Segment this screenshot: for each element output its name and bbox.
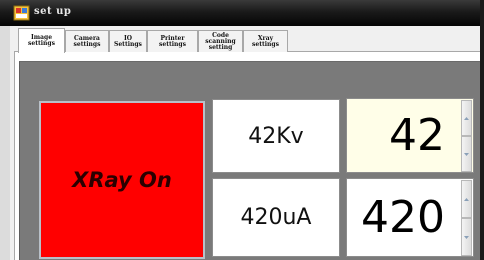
tab-image-settings[interactable]: Image settings (18, 28, 65, 53)
voltage-readout-value: 42Kv (248, 123, 304, 149)
chevron-down-icon (464, 152, 469, 156)
current-setpoint-input[interactable]: 420 (346, 178, 474, 257)
setup-window: set up Image settings Camera settings IO… (0, 0, 484, 260)
tab-code-scanning-setting[interactable]: Code scanning setting (198, 30, 243, 52)
tab-camera-settings[interactable]: Camera settings (65, 30, 109, 52)
chevron-up-icon (464, 197, 469, 201)
title-bar[interactable] (0, 0, 484, 26)
tab-label: Printer settings (159, 34, 186, 48)
voltage-readout: 42Kv (212, 99, 340, 173)
voltage-increment-button[interactable] (461, 100, 472, 136)
current-readout-value: 420uA (240, 205, 312, 230)
tab-io-settings[interactable]: IO Settings (109, 30, 147, 52)
tab-label: IO Settings (114, 34, 142, 48)
current-increment-button[interactable] (461, 180, 472, 218)
window-title: set up (34, 6, 72, 17)
tab-strip: Image settings Camera settings IO Settin… (14, 28, 480, 53)
voltage-decrement-button[interactable] (461, 136, 472, 172)
tab-label: Image settings (28, 34, 55, 47)
chevron-down-icon (464, 235, 469, 239)
window-border (480, 0, 484, 260)
tab-xray-settings[interactable]: Xray settings (243, 30, 288, 52)
current-readout: 420uA (212, 178, 340, 257)
current-decrement-button[interactable] (461, 218, 472, 256)
current-setpoint-value: 420 (361, 192, 445, 243)
app-icon (13, 5, 30, 21)
voltage-setpoint-value: 42 (389, 110, 445, 161)
tab-label: Xray settings (252, 34, 279, 48)
xray-button-label: XRay On (72, 168, 172, 192)
tab-printer-settings[interactable]: Printer settings (147, 30, 198, 52)
tab-label: Camera settings (73, 34, 101, 48)
chevron-up-icon (464, 116, 469, 120)
xray-on-button[interactable]: XRay On (39, 101, 205, 259)
voltage-setpoint-input[interactable]: 42 (346, 98, 474, 173)
tab-label: Code scanning setting (205, 31, 236, 51)
